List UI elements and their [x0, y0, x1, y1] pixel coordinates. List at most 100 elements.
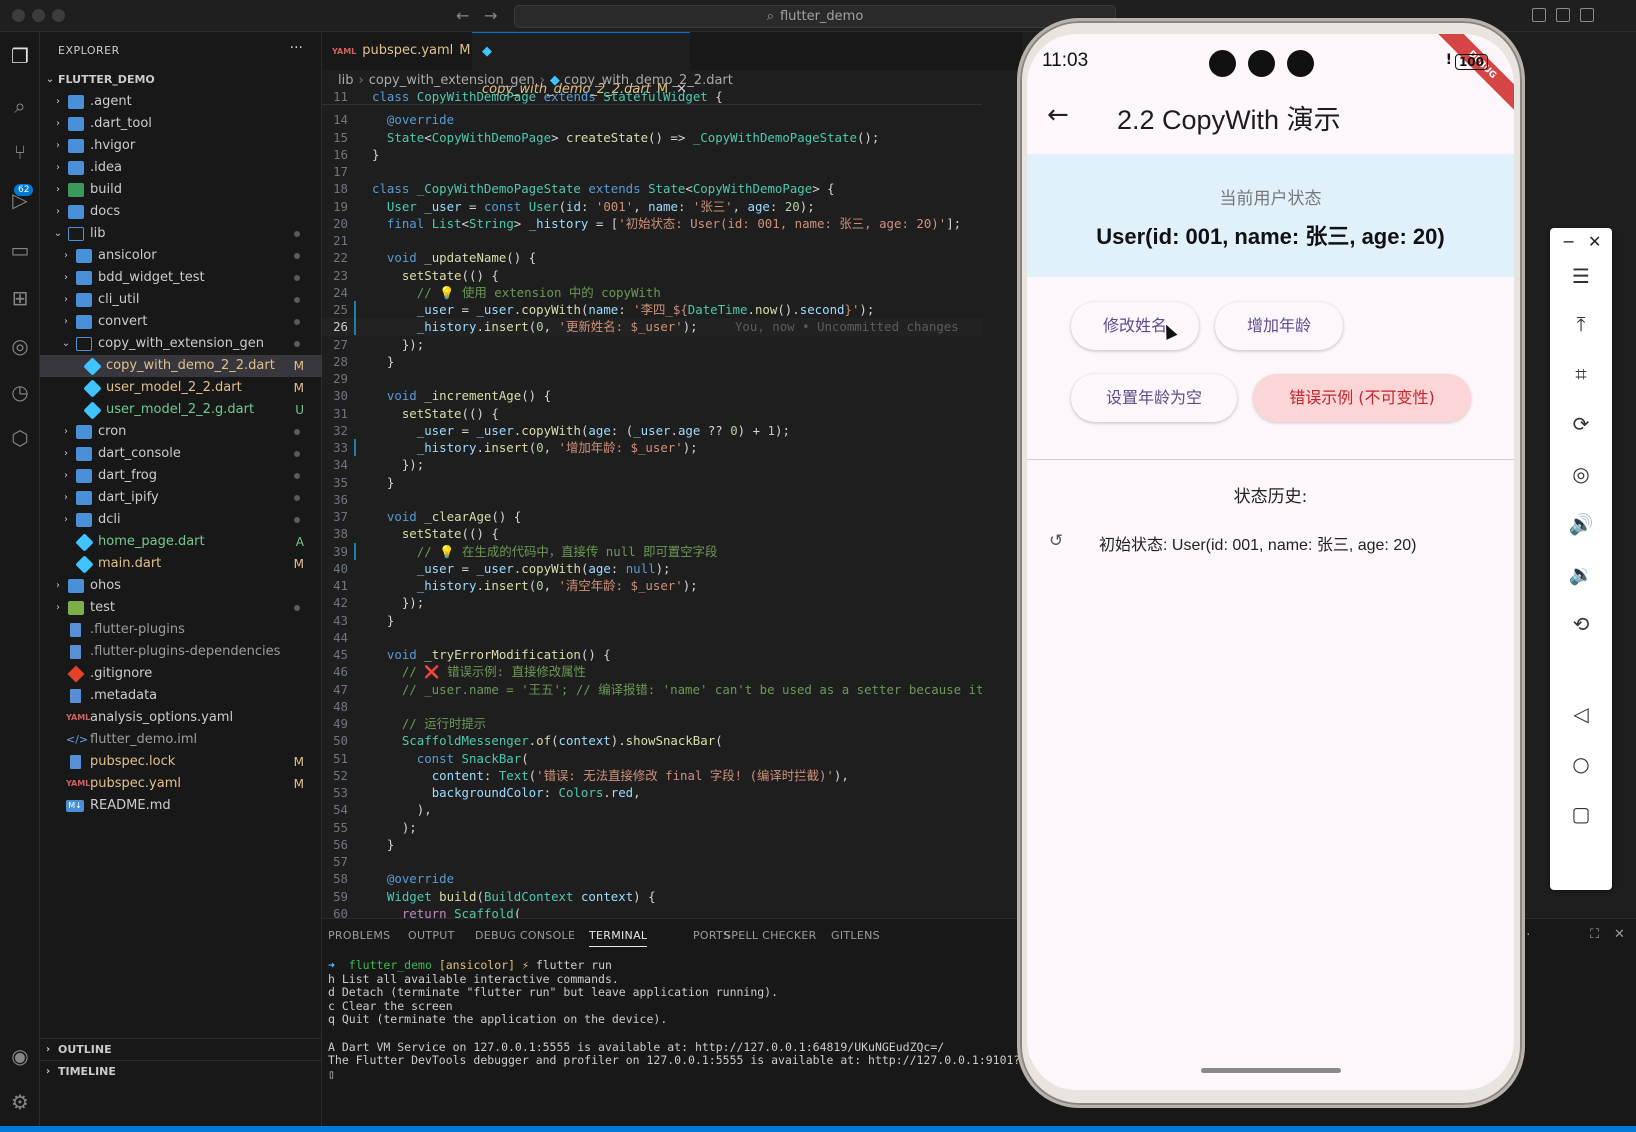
home-indicator[interactable] [1201, 1068, 1341, 1073]
search-icon[interactable]: ⌕ [6, 92, 34, 120]
tab-problems[interactable]: PROBLEMS [328, 929, 390, 942]
shake-icon[interactable]: ⟲ [1550, 612, 1612, 636]
minimize-window-button[interactable] [32, 9, 45, 22]
tree-item[interactable]: › dart_ipify [40, 487, 322, 509]
tab-copy-with-demo[interactable]: ◆copy_with_demo_2_2.dart M ✕ [472, 32, 690, 97]
editor-tabs: YAML pubspec.yaml M ◆copy_with_demo_2_2.da… [322, 32, 1022, 97]
toggle-secondary-sidebar-icon[interactable] [1580, 8, 1594, 22]
code-editor[interactable]: 11 class CopyWithDemoPage extends Statefu… [322, 88, 982, 950]
home-icon[interactable]: ○ [1550, 752, 1612, 776]
tree-item[interactable]: pubspec.lock M [40, 751, 322, 773]
zoom-window-button[interactable] [52, 9, 65, 22]
maximize-panel-icon[interactable]: ⛶ [1590, 927, 1599, 942]
run-debug-icon[interactable]: ▷ [6, 186, 34, 214]
timeline-section[interactable]: › TIMELINE [40, 1060, 322, 1082]
error-demo-button[interactable]: 错误示例 (不可变性) [1253, 374, 1471, 422]
volume-down-icon[interactable]: 🔉 [1550, 562, 1612, 586]
tree-item[interactable]: .flutter-plugins [40, 619, 322, 641]
menu-icon[interactable]: ☰ [1550, 264, 1612, 288]
phone-screen: DEBUG 11:03 ! 100 ← 2.2 CopyWith 演示 当前用户… [1027, 34, 1514, 1090]
tree-item[interactable]: › .agent [40, 91, 322, 113]
clear-age-button[interactable]: 设置年龄为空 [1071, 374, 1237, 422]
arrow-left-icon[interactable]: ← [456, 6, 469, 25]
back-arrow-icon[interactable]: ← [1047, 100, 1069, 130]
arrow-right-icon[interactable]: → [484, 6, 497, 25]
command-center-search[interactable]: ⌕ flutter_demo [514, 5, 1116, 28]
tree-item[interactable]: › .hvigor [40, 135, 322, 157]
tree-item[interactable]: </> flutter_demo.iml [40, 729, 322, 751]
tree-item[interactable]: › .idea [40, 157, 322, 179]
tab-terminal[interactable]: TERMINAL [589, 929, 648, 947]
yaml-icon: YAML [66, 779, 91, 788]
back-icon[interactable]: ◁ [1550, 702, 1612, 726]
tab-gitlens[interactable]: GITLENS [831, 929, 880, 942]
tree-root[interactable]: ⌄ FLUTTER_DEMO [40, 69, 322, 91]
screenshot-icon[interactable]: ◎ [1550, 462, 1612, 486]
chevron-right-icon: › [46, 1044, 51, 1055]
tree-item[interactable]: M↓ README.md [40, 795, 322, 817]
tree-item[interactable]: › cron [40, 421, 322, 443]
tab-debug-console[interactable]: DEBUG CONSOLE [475, 929, 575, 942]
breadcrumb-file[interactable]: copy_with_demo_2_2.dart [564, 73, 733, 88]
settings-icon[interactable]: ⚙ [6, 1088, 34, 1116]
tree-item[interactable]: › cli_util [40, 289, 322, 311]
rotate-icon[interactable]: ⟳ [1550, 412, 1612, 436]
timeline-icon[interactable]: ◷ [6, 378, 34, 406]
remote-icon[interactable]: ▭ [6, 236, 34, 264]
explorer-title: EXPLORER [58, 44, 120, 57]
tree-item[interactable]: › dart_console [40, 443, 322, 465]
crop-icon[interactable]: ⌗ [1550, 362, 1612, 386]
tree-item[interactable]: YAML pubspec.yaml M [40, 773, 322, 795]
extensions-icon[interactable]: ⊞ [6, 284, 34, 312]
tree-item[interactable]: main.dart M [40, 553, 322, 575]
tab-pubspec[interactable]: YAML pubspec.yaml M [322, 32, 472, 70]
tree-item[interactable]: › dcli [40, 509, 322, 531]
more-actions-icon[interactable]: ··· [290, 40, 303, 56]
breadcrumb-folder[interactable]: copy_with_extension_gen [369, 73, 535, 88]
tab-output[interactable]: OUTPUT [408, 929, 455, 942]
tree-item[interactable]: .gitignore [40, 663, 322, 685]
tree-item[interactable]: › ohos [40, 575, 322, 597]
breadcrumb-lib[interactable]: lib [338, 73, 353, 88]
toggle-panel-icon[interactable] [1556, 8, 1570, 22]
tree-item[interactable]: › docs [40, 201, 322, 223]
volume-up-icon[interactable]: 🔊 [1550, 512, 1612, 536]
close-emulator-icon[interactable]: ✕ [1588, 232, 1601, 251]
close-panel-icon[interactable]: ✕ [1614, 927, 1625, 942]
update-name-button[interactable]: 修改姓名 [1071, 302, 1199, 350]
tree-item[interactable]: ⌄ lib [40, 223, 322, 245]
tree-item[interactable]: › build [40, 179, 322, 201]
source-control-icon[interactable]: ⑂ [6, 138, 34, 166]
tree-item[interactable]: home_page.dart A [40, 531, 322, 553]
divider [1027, 459, 1514, 460]
tree-item[interactable]: › ansicolor [40, 245, 322, 267]
pin-icon[interactable]: ⤒ [1550, 312, 1612, 336]
tab-spell-checker[interactable]: SPELL CHECKER [724, 929, 817, 942]
minimize-emulator-icon[interactable]: − [1562, 232, 1575, 251]
tree-item[interactable]: .flutter-plugins-dependencies [40, 641, 322, 663]
folder-icon [76, 469, 92, 483]
overview-icon[interactable]: ▢ [1550, 802, 1612, 826]
close-window-button[interactable] [12, 9, 25, 22]
tree-item[interactable]: .metadata [40, 685, 322, 707]
status-bar [0, 1126, 1636, 1132]
tree-item[interactable]: › test [40, 597, 322, 619]
toggle-sidebar-icon[interactable] [1532, 8, 1546, 22]
tree-item[interactable]: › .dart_tool [40, 113, 322, 135]
tree-item[interactable]: user_model_2_2.g.dart U [40, 399, 322, 421]
tree-item[interactable]: user_model_2_2.dart M [40, 377, 322, 399]
account-icon[interactable]: ◉ [6, 1042, 34, 1070]
tree-item[interactable]: ⌄ copy_with_extension_gen [40, 333, 322, 355]
tree-item[interactable]: › bdd_widget_test [40, 267, 322, 289]
outline-section[interactable]: › OUTLINE [40, 1038, 322, 1060]
dart-file-icon [83, 401, 102, 420]
gitlens-icon[interactable]: ◎ [6, 332, 34, 360]
chevron-right-icon: › [56, 184, 60, 195]
tree-item[interactable]: › dart_frog [40, 465, 322, 487]
tree-item[interactable]: YAML analysis_options.yaml [40, 707, 322, 729]
increment-age-button[interactable]: 增加年龄 [1215, 302, 1343, 350]
tree-item[interactable]: › convert [40, 311, 322, 333]
database-icon[interactable]: ⬡ [6, 424, 34, 452]
tree-item-selected[interactable]: copy_with_demo_2_2.dart M [40, 355, 322, 377]
explorer-icon[interactable]: ❐ [6, 42, 34, 70]
